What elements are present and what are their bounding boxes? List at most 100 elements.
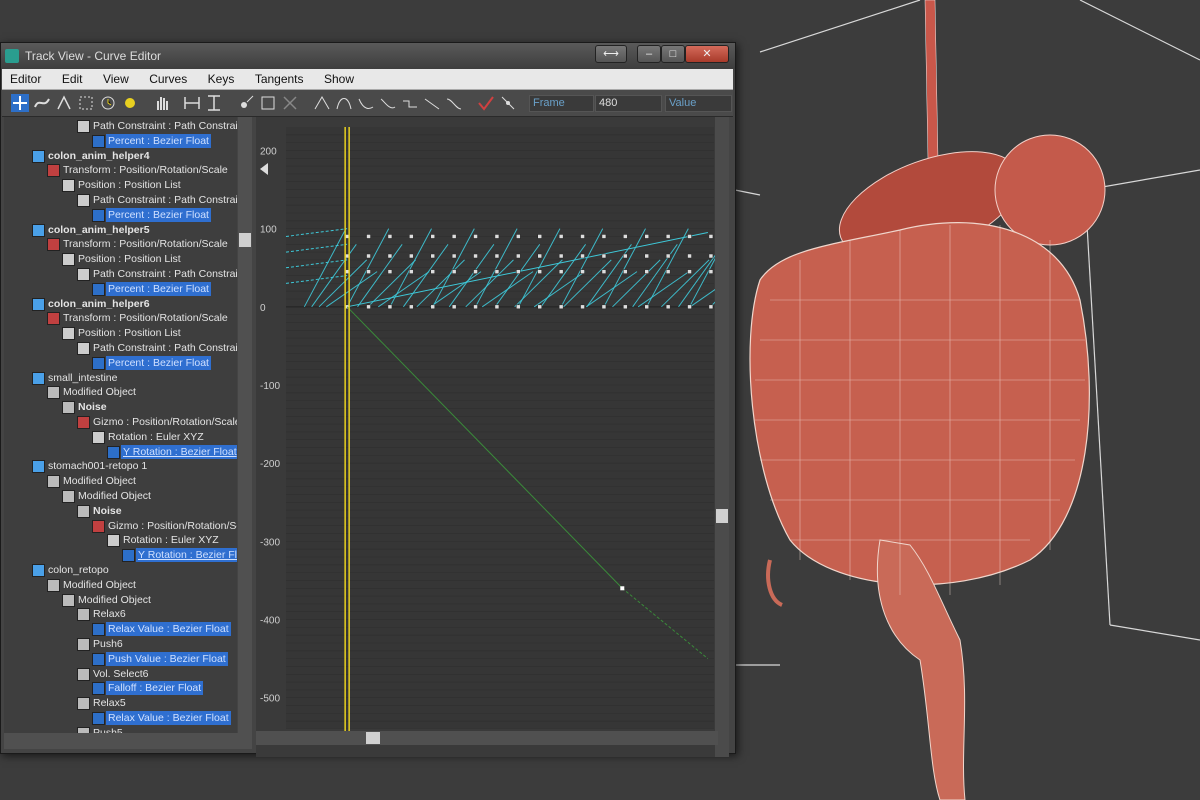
tree-row[interactable]: Percent : Bezier Float [4, 355, 237, 370]
show-tangents-icon[interactable] [476, 93, 496, 113]
tree-row[interactable]: colon_anim_helper6 [4, 297, 237, 311]
path-constraint-icon [77, 268, 90, 281]
graph-horizontal-scrollbar[interactable] [256, 731, 718, 745]
tree-horizontal-scrollbar[interactable] [4, 733, 252, 749]
graph-hscroll-thumb[interactable] [366, 732, 380, 744]
graph-vscroll-thumb[interactable] [716, 509, 728, 523]
tree-row[interactable]: Relax6 [4, 607, 237, 622]
tree-row[interactable]: Transform : Position/Rotation/Scale [4, 163, 237, 178]
tangent-step-icon[interactable] [400, 93, 420, 113]
tree-row[interactable]: Path Constraint : Path Constraint [4, 119, 237, 133]
value-field[interactable]: Value [665, 95, 732, 112]
tree-row[interactable]: Push5 [4, 726, 237, 733]
tree-scrollbar[interactable] [238, 117, 252, 733]
add-key-icon[interactable] [236, 93, 256, 113]
tree-row[interactable]: Transform : Position/Rotation/Scale [4, 237, 237, 252]
object-icon [32, 564, 45, 577]
tree-row[interactable]: Rotation : Euler XYZ [4, 533, 237, 548]
tangent-custom-icon[interactable] [334, 93, 354, 113]
tree-row[interactable]: small_intestine [4, 371, 237, 385]
curve-key [387, 304, 393, 310]
tree-row[interactable]: Noise [4, 504, 237, 518]
modifier-icon [62, 593, 75, 607]
y-tick-label: 0 [260, 303, 266, 314]
tree-row-label: Noise [93, 504, 122, 517]
tree-row[interactable]: Path Constraint : Path Constraint [4, 193, 237, 207]
tree-scroll-thumb[interactable] [239, 233, 251, 247]
tree-row[interactable]: Percent : Bezier Float [4, 207, 237, 222]
tree-row[interactable]: Modified Object [4, 489, 237, 503]
tree-row[interactable]: Path Constraint : Path Constraint [4, 341, 237, 355]
menu-edit[interactable]: Edit [54, 69, 91, 86]
modifier-icon [62, 490, 75, 503]
tree-row[interactable]: colon_anim_helper4 [4, 149, 237, 163]
tree-row[interactable]: colon_retopo [4, 563, 237, 577]
tree-row[interactable]: Gizmo : Position/Rotation/Scale [4, 519, 237, 533]
frame-field[interactable]: 480 [595, 95, 662, 112]
menu-tangents[interactable]: Tangents [247, 69, 312, 86]
tree-row[interactable]: Percent : Bezier Float [4, 133, 237, 148]
tree-row[interactable]: Relax Value : Bezier Float [4, 622, 237, 637]
tree-row[interactable]: Relax Value : Bezier Float [4, 711, 237, 725]
retime-icon[interactable] [98, 93, 118, 113]
tree-row[interactable]: Y Rotation : Bezier Float [4, 444, 237, 459]
tree-row-label: Push5 [93, 726, 123, 733]
menu-editor[interactable]: Editor [2, 69, 49, 86]
bezier-float-icon [92, 282, 105, 296]
slide-keys-icon[interactable] [32, 93, 52, 113]
move-keys-icon[interactable] [10, 93, 30, 113]
tree-row[interactable]: Modified Object [4, 385, 237, 400]
tree-row[interactable]: Position : Position List [4, 326, 237, 341]
close-button[interactable]: ✕ [685, 45, 729, 63]
reduce-keys-icon[interactable] [280, 93, 300, 113]
tree-row[interactable]: Path Constraint : Path Constraint [4, 267, 237, 281]
snap-icon[interactable] [120, 93, 140, 113]
minimize-button[interactable]: – [637, 45, 661, 63]
tangent-fast-icon[interactable] [356, 93, 376, 113]
menu-curves[interactable]: Curves [141, 69, 195, 86]
lock-tangents-icon[interactable] [498, 93, 518, 113]
tree-row[interactable]: Push Value : Bezier Float [4, 651, 237, 666]
tree-row[interactable]: Modified Object [4, 578, 237, 592]
tree-row[interactable]: Modified Object [4, 474, 237, 489]
curve-key [558, 269, 564, 274]
menu-view[interactable]: View [95, 69, 137, 86]
region-select-icon[interactable] [76, 93, 96, 113]
tree-row[interactable]: Position : Position List [4, 178, 237, 193]
title-bar[interactable]: Track View - Curve Editor ⟷ – □ ✕ [1, 43, 735, 69]
graph-vertical-scrollbar[interactable] [715, 117, 729, 757]
curve-key [366, 253, 371, 259]
curve-key [451, 269, 457, 274]
tree-row[interactable]: Modified Object [4, 593, 237, 607]
layout-button[interactable]: ⟷ [595, 45, 627, 63]
tree-row[interactable]: Vol. Select6 [4, 667, 237, 681]
tree-row[interactable]: colon_anim_helper5 [4, 223, 237, 237]
zoom-vertical-icon[interactable] [204, 93, 224, 113]
zoom-horizontal-icon[interactable] [182, 93, 202, 113]
curve-graph[interactable]: 2001000-100-200-300-400-500-900901802703… [256, 117, 718, 757]
tree-row[interactable]: Push6 [4, 637, 237, 651]
curve-key [708, 234, 714, 239]
tree-row[interactable]: Relax5 [4, 696, 237, 711]
menu-show[interactable]: Show [316, 69, 362, 86]
tangent-smooth-icon[interactable] [444, 93, 464, 113]
controller-tree: Path Constraint : Path Constraint Percent… [4, 117, 237, 733]
tree-row[interactable]: Percent : Bezier Float [4, 281, 237, 296]
maximize-button[interactable]: □ [661, 45, 685, 63]
tangent-linear-icon[interactable] [422, 93, 442, 113]
tree-row[interactable]: Y Rotation : Bezier Float [4, 548, 237, 563]
tree-row[interactable]: Transform : Position/Rotation/Scale [4, 311, 237, 326]
tangent-slow-icon[interactable] [378, 93, 398, 113]
tree-row[interactable]: Gizmo : Position/Rotation/Scale [4, 415, 237, 429]
tree-row[interactable]: Position : Position List [4, 252, 237, 267]
scale-keys-icon[interactable] [54, 93, 74, 113]
tree-row[interactable]: stomach001-retopo 1 [4, 459, 237, 474]
tangent-auto-icon[interactable] [312, 93, 332, 113]
draw-curve-icon[interactable] [258, 93, 278, 113]
tree-row[interactable]: Falloff : Bezier Float [4, 681, 237, 696]
tree-row[interactable]: Rotation : Euler XYZ [4, 430, 237, 444]
tree-row[interactable]: Noise [4, 400, 237, 415]
curve-key [473, 234, 478, 239]
pan-hand-icon[interactable] [152, 93, 172, 113]
menu-keys[interactable]: Keys [200, 69, 243, 86]
